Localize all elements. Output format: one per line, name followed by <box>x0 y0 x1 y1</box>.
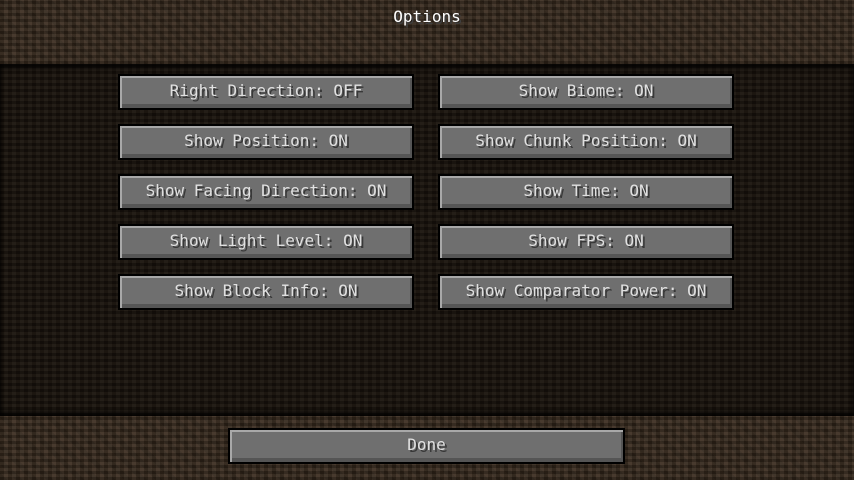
show-position-toggle[interactable]: Show Position: ON <box>118 124 414 160</box>
show-facing-direction-toggle[interactable]: Show Facing Direction: ON <box>118 174 414 210</box>
screen-title: Options <box>393 7 461 26</box>
show-light-level-toggle[interactable]: Show Light Level: ON <box>118 224 414 260</box>
done-button[interactable]: Done <box>228 428 625 464</box>
options-screen: Options Right Direction: OFF Show Positi… <box>0 0 854 480</box>
show-biome-toggle[interactable]: Show Biome: ON <box>438 74 734 110</box>
show-block-info-toggle[interactable]: Show Block Info: ON <box>118 274 414 310</box>
show-time-toggle[interactable]: Show Time: ON <box>438 174 734 210</box>
show-chunk-position-toggle[interactable]: Show Chunk Position: ON <box>438 124 734 160</box>
right-direction-toggle[interactable]: Right Direction: OFF <box>118 74 414 110</box>
show-fps-toggle[interactable]: Show FPS: ON <box>438 224 734 260</box>
show-comparator-power-toggle[interactable]: Show Comparator Power: ON <box>438 274 734 310</box>
